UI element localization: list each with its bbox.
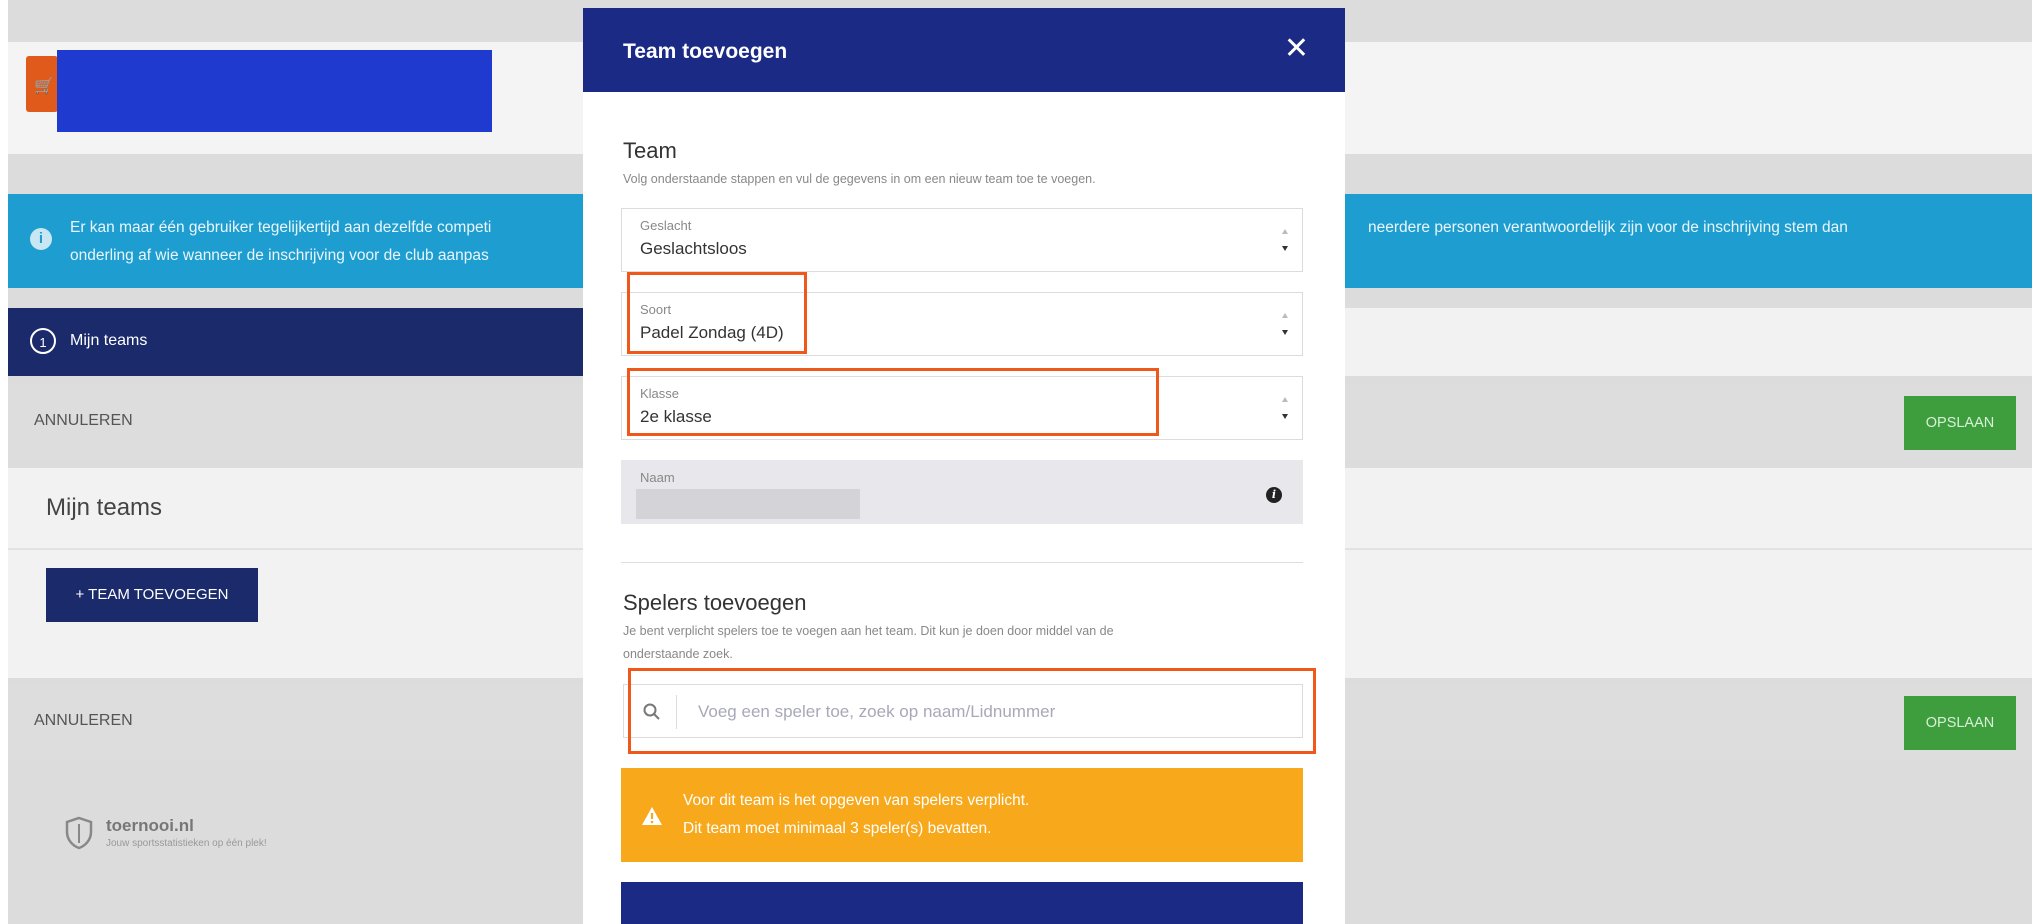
players-subtitle-line-2: onderstaande zoek.	[623, 647, 733, 661]
add-team-button[interactable]: + TEAM TOEVOEGEN	[46, 568, 258, 622]
naam-value-redacted	[636, 489, 860, 519]
step-mijn-teams[interactable]: 1 Mijn teams	[8, 308, 588, 376]
info-line-1: Er kan maar één gebruiker tegelijkertijd…	[70, 219, 492, 236]
modal-title: Team toevoegen	[623, 40, 788, 63]
warning-line-1: Voor dit team is het opgeven van spelers…	[683, 792, 1030, 809]
sort-arrows-icon	[1282, 229, 1288, 251]
modal-submit-button[interactable]	[621, 882, 1303, 924]
footer-tagline: Jouw sportsstatistieken op één plek!	[106, 838, 267, 849]
info-text-left: Er kan maar één gebruiker tegelijkertijd…	[70, 214, 580, 270]
search-separator	[676, 695, 677, 729]
teams-title: Mijn teams	[46, 494, 163, 521]
soort-label: Soort	[640, 302, 672, 317]
klasse-label: Klasse	[640, 386, 680, 401]
geslacht-select[interactable]: Geslacht Geslachtsloos	[621, 208, 1303, 272]
info-icon[interactable]: i	[1266, 487, 1282, 503]
modal-header: Team toevoegen ✕	[583, 8, 1345, 92]
naam-label: Naam	[640, 470, 675, 485]
info-text-right: neerdere personen verantwoordelijk zijn …	[1368, 219, 1848, 236]
klasse-value: 2e klasse	[640, 407, 712, 426]
close-icon[interactable]: ✕	[1284, 34, 1309, 64]
sort-arrows-icon	[1282, 397, 1288, 419]
klasse-select[interactable]: Klasse 2e klasse	[621, 376, 1303, 440]
sort-arrows-icon	[1282, 313, 1288, 335]
warning-line-2: Dit team moet minimaal 3 speler(s) bevat…	[683, 820, 992, 837]
redacted-club-name	[57, 50, 492, 132]
naam-field: Naam i	[621, 460, 1303, 524]
warning-icon	[642, 807, 662, 825]
cart-icon: 🛒	[26, 56, 58, 112]
soort-value: Padel Zondag (4D)	[640, 323, 784, 342]
shield-logo-icon	[65, 816, 93, 850]
team-section-title: Team	[623, 138, 677, 163]
team-section-subtitle: Volg onderstaande stappen en vul de gege…	[623, 172, 1096, 186]
info-icon: i	[30, 228, 52, 250]
add-team-modal: Team toevoegen ✕ Team Volg onderstaande …	[583, 8, 1345, 924]
step-label: Mijn teams	[70, 332, 148, 349]
cancel-button-top[interactable]: ANNULEREN	[34, 412, 133, 430]
info-line-2: onderling af wie wanneer de inschrijving…	[70, 247, 489, 264]
player-search[interactable]	[623, 684, 1303, 738]
save-button-top[interactable]: OPSLAAN	[1904, 396, 2016, 450]
players-subtitle-line-1: Je bent verplicht spelers toe te voegen …	[623, 624, 1114, 638]
section-divider	[621, 562, 1303, 563]
players-required-warning: Voor dit team is het opgeven van spelers…	[621, 768, 1303, 862]
players-section-subtitle: Je bent verplicht spelers toe te voegen …	[623, 620, 1114, 666]
geslacht-label: Geslacht	[640, 218, 692, 233]
soort-select[interactable]: Soort Padel Zondag (4D)	[621, 292, 1303, 356]
geslacht-value: Geslachtsloos	[640, 239, 747, 258]
footer-brand: toernooi.nl	[106, 816, 194, 835]
cancel-button-bottom[interactable]: ANNULEREN	[34, 712, 133, 730]
player-search-input[interactable]	[696, 695, 1290, 729]
step-number: 1	[30, 328, 56, 354]
players-section-title: Spelers toevoegen	[623, 590, 807, 615]
save-button-bottom[interactable]: OPSLAAN	[1904, 696, 2016, 750]
search-icon	[643, 703, 660, 720]
